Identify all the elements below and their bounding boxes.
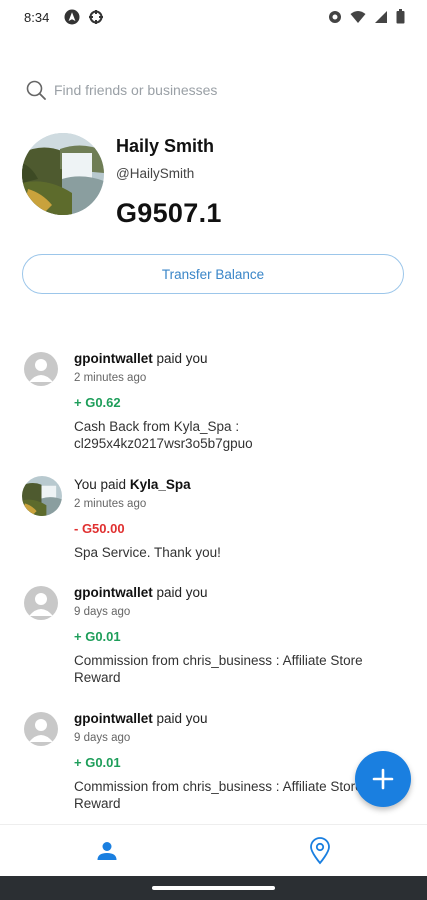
feed-time: 9 days ago	[74, 732, 131, 744]
waterfall-photo	[22, 476, 62, 516]
feed-note: Cash Back from Kyla_Spa : cl295x4kz0217w…	[74, 419, 253, 451]
feed-actor: Kyla_Spa	[129, 477, 191, 492]
settings-wheel-icon	[89, 10, 103, 24]
eye-icon	[329, 10, 341, 23]
profile-avatar[interactable]	[22, 133, 104, 215]
add-button[interactable]	[355, 751, 411, 807]
nav-location-tab[interactable]	[308, 837, 332, 870]
balance-amount: G9507.1	[116, 198, 222, 228]
transfer-balance-button[interactable]: Transfer Balance	[22, 254, 404, 294]
person-icon	[97, 842, 117, 860]
feed-action: paid you	[156, 585, 208, 600]
profile-handle: @HailySmith	[116, 166, 195, 181]
default-avatar-icon	[29, 359, 53, 382]
bottom-navigation	[0, 824, 427, 877]
home-gesture-handle[interactable]	[152, 886, 275, 890]
avatar	[24, 586, 58, 620]
feed-actor: gpointwallet	[74, 351, 153, 366]
signal-icon	[375, 10, 387, 23]
feed-note: Commission from chris_business : Affilia…	[74, 653, 363, 685]
status-time: 8:34	[24, 10, 50, 25]
avatar	[22, 476, 62, 516]
feed-amount: + G0.62	[74, 395, 121, 410]
system-navigation-bar	[0, 876, 427, 900]
feed-time: 2 minutes ago	[74, 498, 147, 510]
location-pin-icon	[310, 837, 330, 865]
feed-action: You paid	[74, 477, 127, 492]
feed-amount: + G0.01	[74, 755, 121, 770]
feed-note: Spa Service. Thank you!	[74, 545, 221, 560]
feed-time: 9 days ago	[74, 606, 131, 618]
feed-action: paid you	[156, 711, 208, 726]
feed-amount: + G0.01	[74, 629, 121, 644]
feed-time: 2 minutes ago	[74, 372, 147, 384]
search-icon	[26, 80, 46, 100]
waterfall-photo	[22, 133, 104, 215]
avatar	[24, 352, 58, 386]
profile-name: Haily Smith	[116, 136, 215, 156]
feed-actor: gpointwallet	[74, 585, 153, 600]
feed-action: paid you	[156, 351, 208, 366]
navigation-icon	[64, 9, 80, 25]
wifi-icon	[350, 10, 366, 23]
battery-icon	[396, 9, 405, 24]
search-input[interactable]: Find friends or businesses	[54, 82, 217, 98]
default-avatar-icon	[29, 719, 53, 742]
feed-actor: gpointwallet	[74, 711, 153, 726]
plus-icon	[372, 768, 394, 790]
status-bar: 8:34	[0, 0, 427, 34]
avatar	[24, 712, 58, 746]
search-bar[interactable]: Find friends or businesses	[26, 80, 217, 100]
default-avatar-icon	[29, 593, 53, 616]
feed-amount: - G50.00	[74, 521, 125, 536]
nav-profile-tab[interactable]	[95, 839, 119, 868]
